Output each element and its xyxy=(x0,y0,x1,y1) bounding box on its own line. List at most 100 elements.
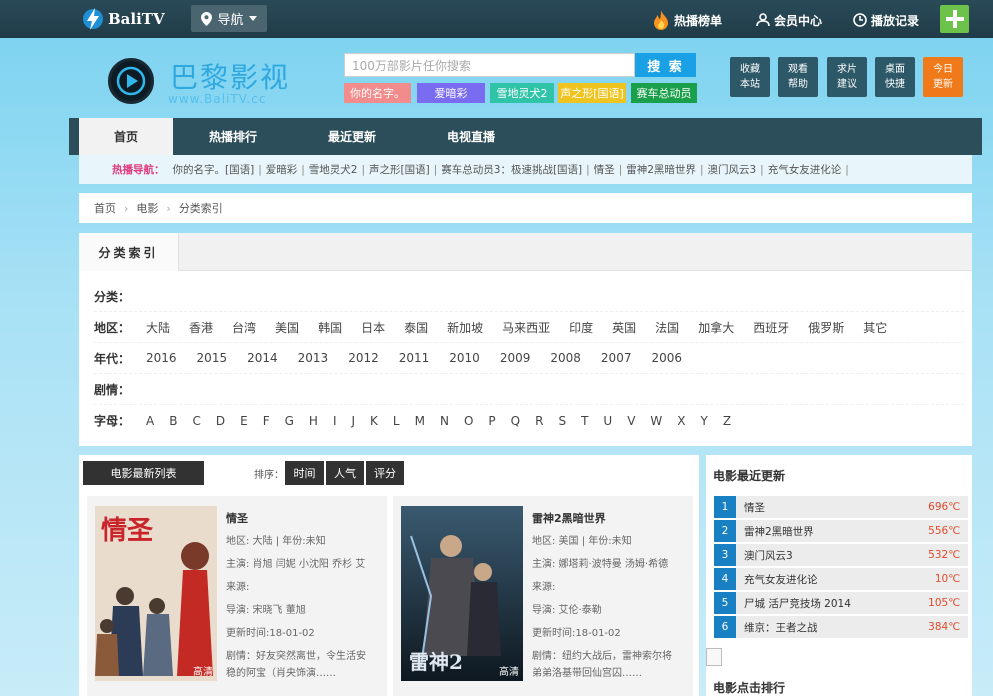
filter-option[interactable]: I xyxy=(333,414,337,428)
filter-option[interactable]: 加拿大 xyxy=(698,319,734,336)
filter-option[interactable]: A xyxy=(146,414,154,428)
filter-option[interactable]: N xyxy=(440,414,449,428)
hot-nav-item[interactable]: 声之形[国语] xyxy=(369,164,430,176)
filter-option[interactable]: R xyxy=(535,414,543,428)
hot-nav-item[interactable]: 雷神2黑暗世界 xyxy=(626,164,696,176)
filter-option[interactable]: P xyxy=(488,414,495,428)
filter-option[interactable]: 2015 xyxy=(197,351,228,365)
hot-nav-item[interactable]: 爱暗彩 xyxy=(266,164,298,176)
breadcrumb-home[interactable]: 首页 xyxy=(94,200,116,216)
tab-tv-live[interactable]: 电视直播 xyxy=(421,118,521,155)
filter-option[interactable]: E xyxy=(240,414,248,428)
filter-option[interactable]: Z xyxy=(723,414,731,428)
filter-option[interactable]: 韩国 xyxy=(318,319,342,336)
tab-hot-ranking[interactable]: 热播排行 xyxy=(183,118,283,155)
filter-option[interactable]: 2011 xyxy=(399,351,430,365)
rank-list-item[interactable]: 5 尸城 活尸竞技场 2014 105℃ xyxy=(714,592,968,614)
movie-title[interactable]: 情圣 xyxy=(226,507,384,530)
member-center-link[interactable]: 会员中心 xyxy=(756,10,822,30)
movie-card[interactable]: 雷神2 高清 雷神2黑暗世界 地区: 美国 | 年份:未知 主演: 娜塔莉·波特… xyxy=(393,496,693,696)
filter-option[interactable]: 俄罗斯 xyxy=(808,319,844,336)
movie-poster[interactable]: 情圣 高清 xyxy=(95,506,217,681)
filter-option[interactable]: 新加坡 xyxy=(447,319,483,336)
filter-option[interactable]: 大陆 xyxy=(146,319,170,336)
filter-option[interactable]: J xyxy=(351,414,355,428)
filter-option[interactable]: 2013 xyxy=(298,351,329,365)
filter-option[interactable]: L xyxy=(393,414,400,428)
filter-option[interactable]: 其它 xyxy=(863,319,887,336)
search-button[interactable]: 搜 索 xyxy=(635,53,696,77)
hot-tag[interactable]: 雪地灵犬2 xyxy=(490,83,554,103)
hot-list-link[interactable]: 热播榜单 xyxy=(653,10,722,30)
movie-title[interactable]: 雷神2黑暗世界 xyxy=(532,507,690,530)
filter-option[interactable]: K xyxy=(370,414,378,428)
hot-tag[interactable]: 你的名字。 xyxy=(344,83,411,103)
hot-nav-item[interactable]: 澳门风云3 xyxy=(707,164,756,176)
filter-option[interactable]: X xyxy=(677,414,685,428)
sort-by-time-button[interactable]: 时间 xyxy=(285,461,324,485)
filter-option[interactable]: 法国 xyxy=(655,319,679,336)
filter-option[interactable]: 2006 xyxy=(651,351,682,365)
filter-option[interactable]: G xyxy=(285,414,294,428)
filter-option[interactable]: 美国 xyxy=(275,319,299,336)
play-history-link[interactable]: 播放记录 xyxy=(853,10,919,30)
filter-option[interactable]: 西班牙 xyxy=(753,319,789,336)
filter-option[interactable]: 英国 xyxy=(612,319,636,336)
search-input[interactable]: 100万部影片任你搜索 xyxy=(344,53,635,77)
hot-nav-item[interactable]: 雪地灵犬2 xyxy=(309,164,358,176)
filter-option[interactable]: O xyxy=(464,414,473,428)
hot-nav-item[interactable]: 情圣 xyxy=(594,164,615,176)
add-button[interactable] xyxy=(940,5,969,33)
filter-option[interactable]: 香港 xyxy=(189,319,213,336)
filter-option[interactable]: S xyxy=(558,414,566,428)
filter-option[interactable]: 2007 xyxy=(601,351,632,365)
movie-poster[interactable]: 雷神2 高清 xyxy=(401,506,523,681)
hot-tag[interactable]: 声之形[国语] xyxy=(558,83,626,103)
tab-recent-updates[interactable]: 最近更新 xyxy=(302,118,402,155)
filter-option[interactable]: Y xyxy=(701,414,708,428)
rank-list-item[interactable]: 6 维京：王者之战 384℃ xyxy=(714,616,968,638)
filter-option[interactable]: 泰国 xyxy=(404,319,428,336)
request-movie-button[interactable]: 求片 建议 xyxy=(827,57,867,97)
hot-nav-item[interactable]: 你的名字。[国语] xyxy=(173,164,255,176)
filter-option[interactable]: D xyxy=(216,414,225,428)
hot-tag[interactable]: 爱暗彩 xyxy=(417,83,485,103)
rank-list-item[interactable]: 2 雷神2黑暗世界 556℃ xyxy=(714,520,968,542)
filter-option[interactable]: 2016 xyxy=(146,351,177,365)
rank-list-item[interactable]: 4 充气女友进化论 10℃ xyxy=(714,568,968,590)
filter-option[interactable]: 台湾 xyxy=(232,319,256,336)
rank-list-item[interactable]: 1 情圣 696℃ xyxy=(714,496,968,518)
filter-option[interactable]: T xyxy=(581,414,588,428)
site-logo[interactable]: BaliTV xyxy=(82,6,165,32)
hot-tag[interactable]: 赛车总动员 xyxy=(631,83,697,103)
filter-option[interactable]: 2010 xyxy=(449,351,480,365)
filter-option[interactable]: V xyxy=(627,414,635,428)
filter-option[interactable]: H xyxy=(309,414,318,428)
rank-list-item[interactable]: 3 澳门风云3 532℃ xyxy=(714,544,968,566)
bookmark-site-button[interactable]: 收藏 本站 xyxy=(730,57,770,97)
desktop-shortcut-button[interactable]: 桌面 快捷 xyxy=(875,57,915,97)
filter-option[interactable]: Q xyxy=(511,414,520,428)
help-button[interactable]: 观看 帮助 xyxy=(778,57,818,97)
nav-dropdown[interactable]: 导航 xyxy=(191,5,267,32)
today-updates-button[interactable]: 今日 更新 xyxy=(923,57,963,97)
sort-by-popularity-button[interactable]: 人气 xyxy=(326,461,364,485)
hot-nav-item[interactable]: 赛车总动员3：极速挑战[国语] xyxy=(441,164,582,176)
filter-option[interactable]: W xyxy=(650,414,662,428)
brand-play-logo[interactable] xyxy=(108,58,154,104)
tab-home[interactable]: 首页 xyxy=(79,118,173,155)
filter-option[interactable]: 日本 xyxy=(361,319,385,336)
filter-option[interactable]: B xyxy=(169,414,177,428)
movie-card[interactable]: 情圣 高清 情圣 地区: 大陆 | 年份:未知 主演: 肖旭 闫妮 小沈阳 乔杉… xyxy=(87,496,387,696)
filter-option[interactable]: 2009 xyxy=(500,351,531,365)
filter-option[interactable]: 2012 xyxy=(348,351,379,365)
breadcrumb-movies[interactable]: 电影 xyxy=(136,200,158,216)
filter-option[interactable]: U xyxy=(603,414,612,428)
filter-option[interactable]: C xyxy=(192,414,200,428)
filter-option[interactable]: 2008 xyxy=(550,351,581,365)
filter-option[interactable]: 2014 xyxy=(247,351,278,365)
filter-option[interactable]: 印度 xyxy=(569,319,593,336)
filter-option[interactable]: 马来西亚 xyxy=(502,319,550,336)
sort-by-rating-button[interactable]: 评分 xyxy=(366,461,404,485)
filter-option[interactable]: F xyxy=(263,414,270,428)
